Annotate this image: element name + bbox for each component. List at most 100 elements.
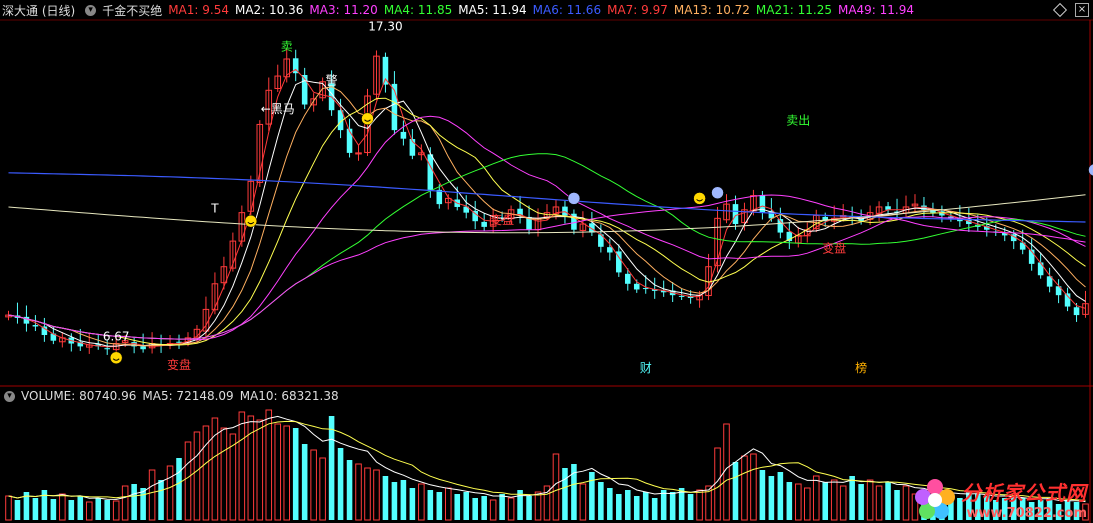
sad-face-icon — [567, 192, 581, 205]
candle-body — [732, 204, 739, 225]
candle-body — [436, 189, 443, 205]
volume-bar — [768, 476, 775, 520]
ma-line-13 — [8, 97, 1086, 346]
candle-body — [427, 154, 434, 190]
watermark-title: 分析家公式网 — [961, 481, 1087, 505]
volume-bar — [409, 488, 416, 520]
flower-logo-icon — [915, 479, 955, 519]
volume-bar — [562, 468, 568, 520]
volume-bar — [166, 465, 174, 521]
volume-bar — [696, 489, 703, 521]
volume-bar — [822, 482, 829, 520]
volume-bar — [436, 492, 443, 520]
volume-bar — [59, 493, 66, 521]
volume-bar — [651, 498, 658, 520]
sad-face-icon — [711, 186, 724, 199]
volume-bar — [589, 472, 595, 520]
volume-bar — [839, 485, 847, 521]
volume-bar — [507, 497, 515, 521]
volume-bar — [32, 498, 39, 520]
candle-body — [1037, 262, 1044, 276]
volume-bar — [364, 467, 371, 521]
volume-bar — [902, 485, 910, 521]
volume-bar — [247, 415, 255, 521]
volume-bar — [534, 491, 542, 521]
volume-bar — [866, 479, 874, 521]
volume-bar — [140, 488, 146, 520]
candle-body — [633, 283, 640, 290]
volume-bar — [337, 448, 344, 520]
candle-body — [481, 221, 487, 227]
marker-label-1: 17.30 — [368, 20, 402, 34]
volume-bar — [292, 428, 299, 520]
volume-bar — [472, 498, 478, 520]
volume-bar — [849, 476, 855, 520]
candle-body — [140, 346, 146, 350]
smiley-icon — [361, 112, 374, 125]
volume-bar — [95, 498, 102, 520]
volume-bar — [5, 495, 12, 521]
volume-bar — [193, 431, 201, 521]
marker-label-2: 卖 — [281, 39, 293, 53]
candle-body — [678, 295, 685, 297]
volume-bar — [875, 485, 883, 521]
volume-bar — [131, 484, 137, 520]
volume-bar — [265, 409, 273, 521]
volume-bar — [777, 472, 784, 520]
volume-bar — [803, 487, 811, 521]
volume-bar — [598, 482, 604, 520]
volume-bar — [400, 480, 407, 520]
volume-bar — [50, 499, 57, 520]
volume-bar — [238, 411, 246, 521]
candle-body — [41, 326, 48, 336]
volume-bar — [391, 482, 398, 520]
candle-body — [1073, 307, 1080, 316]
candle-body — [32, 325, 39, 327]
volume-bar — [310, 449, 317, 521]
volume-bar — [346, 460, 353, 520]
marker-label-0: 6.67 — [103, 330, 130, 344]
volume-bar — [687, 494, 694, 520]
volume-bar — [795, 483, 802, 521]
volume-bar — [812, 475, 820, 521]
volume-bar — [220, 427, 228, 521]
candle-body — [885, 206, 891, 210]
volume-bar — [660, 490, 667, 520]
ma-line-34 — [8, 153, 1086, 340]
volume-bar — [616, 494, 622, 520]
volume-bar — [759, 470, 766, 520]
volume-bar — [633, 496, 640, 520]
marker-label-13: 财 — [640, 361, 652, 375]
volume-bar — [68, 500, 75, 520]
volume-bar — [121, 485, 129, 521]
volume-bar — [858, 484, 864, 520]
volume-bar — [885, 482, 891, 520]
kline-chart[interactable]: 6.6717.30卖警←黑马T变盘变盘变盘变盘卖出吸买财榜减跌 — [0, 0, 1093, 523]
candle-body — [562, 206, 568, 216]
candle-body — [346, 128, 353, 153]
volume-bar — [418, 483, 425, 521]
volume-bar — [481, 496, 487, 520]
volume-bar — [85, 501, 93, 521]
marker-label-3: 警 — [326, 73, 338, 88]
volume-bar — [894, 490, 900, 520]
volume-bar — [319, 457, 326, 521]
volume-bar — [256, 419, 264, 521]
candle-body — [104, 348, 110, 350]
watermark-url: www.70822.com — [966, 506, 1088, 521]
volume-bar — [669, 492, 676, 520]
volume-bar — [202, 425, 210, 521]
candle-body — [624, 273, 631, 284]
volume-bar — [41, 490, 48, 520]
smiley-icon — [693, 192, 706, 205]
candle-body — [642, 288, 649, 290]
volume-bar — [607, 488, 613, 520]
marker-label-4: ←黑马 — [261, 102, 295, 116]
volume-bar — [489, 499, 497, 521]
volume-bar — [112, 500, 120, 521]
volume-bar — [77, 496, 84, 520]
volume-bar — [552, 453, 560, 521]
volume-bar — [184, 441, 192, 521]
volume-bar — [148, 469, 156, 521]
volume-bar — [741, 455, 748, 521]
